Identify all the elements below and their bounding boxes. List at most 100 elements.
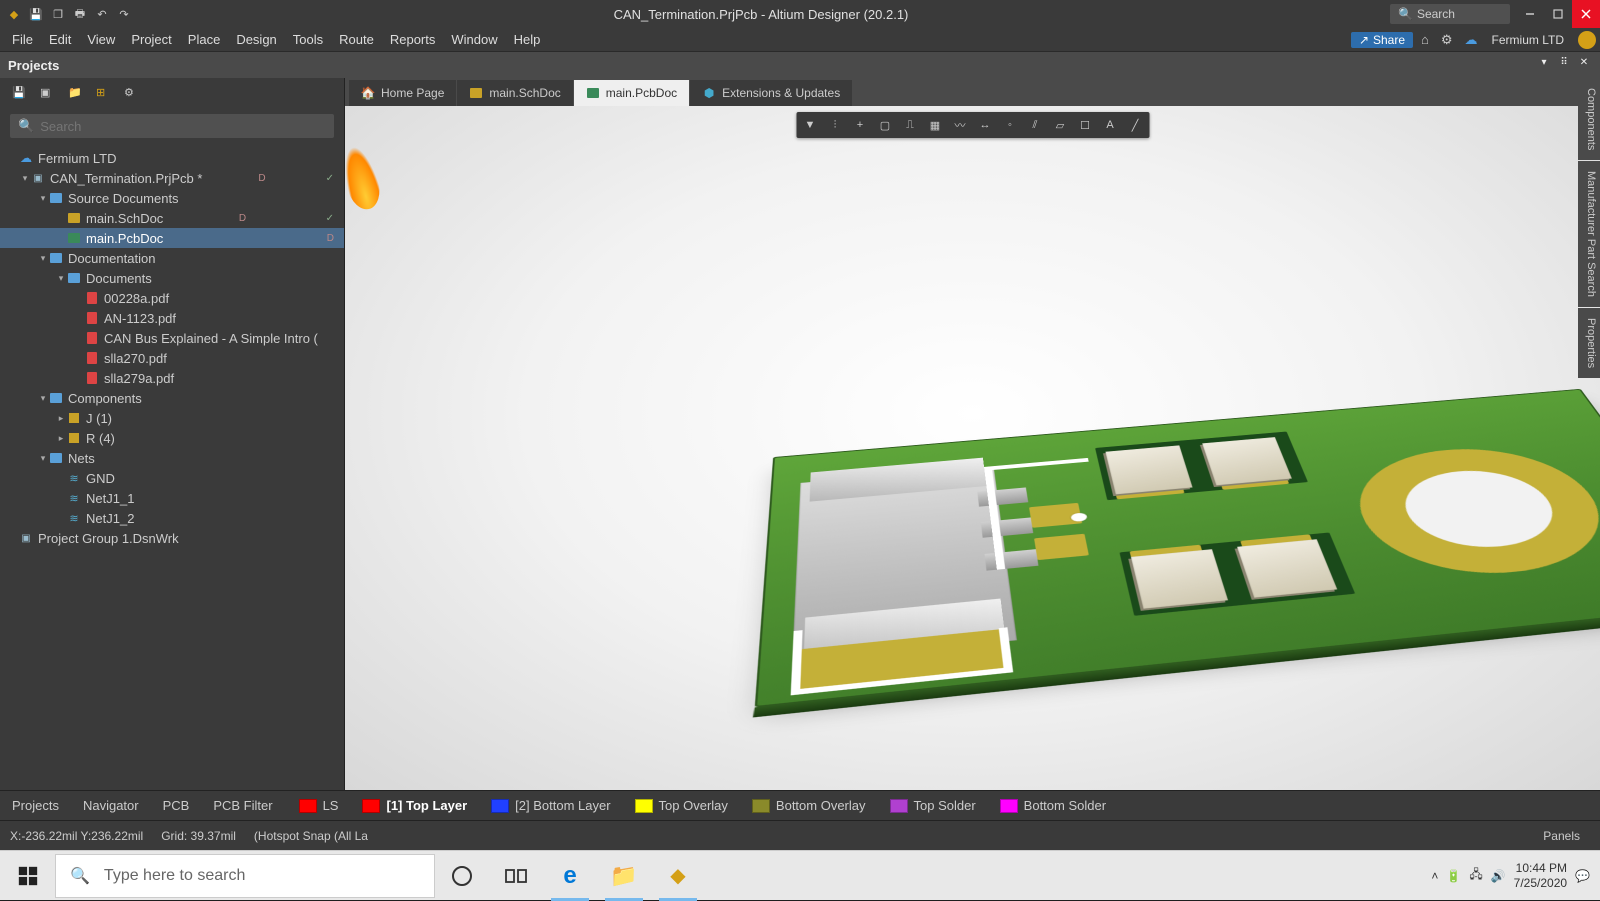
menu-tools[interactable]: Tools xyxy=(285,30,331,49)
tree-item[interactable]: ▾▣CAN_Termination.PrjPcb *D✓ xyxy=(0,168,344,188)
start-button[interactable] xyxy=(0,851,55,901)
compile-icon[interactable]: ▣ xyxy=(40,86,56,102)
save-project-icon[interactable]: 💾 xyxy=(12,86,28,102)
bottom-tab-pcb[interactable]: PCB xyxy=(151,794,202,817)
cortana-icon[interactable] xyxy=(435,851,489,901)
layer-tab[interactable]: [1] Top Layer xyxy=(352,791,477,821)
doc-tab[interactable]: 🏠Home Page xyxy=(349,80,456,106)
tree-item[interactable]: main.PcbDocD xyxy=(0,228,344,248)
panels-button[interactable]: Panels xyxy=(1533,827,1590,845)
doc-tab[interactable]: main.SchDoc xyxy=(457,80,572,106)
projects-search[interactable]: 🔍 xyxy=(10,114,334,138)
tree-item[interactable]: AN-1123.pdf xyxy=(0,308,344,328)
tree-item[interactable]: 00228a.pdf xyxy=(0,288,344,308)
tree-item[interactable]: ▾Components xyxy=(0,388,344,408)
doc-tab[interactable]: main.PcbDoc xyxy=(574,80,689,106)
tree-item[interactable]: ≋NetJ1_1 xyxy=(0,488,344,508)
maximize-button[interactable] xyxy=(1544,0,1572,28)
minimize-button[interactable] xyxy=(1516,0,1544,28)
user-avatar-icon[interactable] xyxy=(1578,31,1596,49)
tray-chevron-icon[interactable]: ˄ xyxy=(1431,869,1438,883)
tree-item[interactable]: ≋NetJ1_2 xyxy=(0,508,344,528)
menu-reports[interactable]: Reports xyxy=(382,30,444,49)
menu-design[interactable]: Design xyxy=(228,30,284,49)
tree-item[interactable]: ▸J (1) xyxy=(0,408,344,428)
tree-item[interactable]: ≋GND xyxy=(0,468,344,488)
panel-rail-components[interactable]: Components xyxy=(1578,78,1600,160)
menu-route[interactable]: Route xyxy=(331,30,382,49)
text-icon[interactable]: A xyxy=(1098,114,1122,136)
print-icon[interactable]: 🖶 xyxy=(72,6,88,22)
tray-clock[interactable]: 10:44 PM 7/25/2020 xyxy=(1514,861,1567,890)
user-label[interactable]: Fermium LTD xyxy=(1486,33,1570,47)
bottom-tab-projects[interactable]: Projects xyxy=(0,794,71,817)
panel-rail-manufacturer-part-search[interactable]: Manufacturer Part Search xyxy=(1578,161,1600,307)
notifications-icon[interactable]: 💬 xyxy=(1575,869,1590,883)
panel-pin-icon[interactable]: ⠿ xyxy=(1556,57,1572,73)
rect-icon[interactable]: ▢ xyxy=(873,114,897,136)
tree-item[interactable]: ▣Project Group 1.DsnWrk xyxy=(0,528,344,548)
add-icon[interactable]: ⊞ xyxy=(96,86,112,102)
tree-item[interactable]: ▾Documentation xyxy=(0,248,344,268)
open-folder-icon[interactable]: 📁 xyxy=(68,86,84,102)
tray-battery-icon[interactable]: 🔋 xyxy=(1446,869,1461,883)
doc-tab[interactable]: ⬢Extensions & Updates xyxy=(690,80,852,106)
designator-icon[interactable]: ⫶ xyxy=(823,114,847,136)
line-icon[interactable]: ╱ xyxy=(1123,114,1147,136)
undo-icon[interactable]: ↶ xyxy=(94,6,110,22)
menu-help[interactable]: Help xyxy=(506,30,549,49)
menu-project[interactable]: Project xyxy=(123,30,179,49)
altium-taskbar-icon[interactable]: ◆ xyxy=(651,851,705,901)
projects-search-input[interactable] xyxy=(40,119,326,134)
menu-file[interactable]: File xyxy=(4,30,41,49)
tree-item[interactable]: ☁Fermium LTD xyxy=(0,148,344,168)
dimension-icon[interactable]: ⫽ xyxy=(1023,114,1047,136)
panel-menu-icon[interactable]: ▾ xyxy=(1536,57,1552,73)
layer-tab[interactable]: Bottom Overlay xyxy=(742,791,876,821)
task-view-icon[interactable] xyxy=(489,851,543,901)
close-button[interactable] xyxy=(1572,0,1600,28)
menu-place[interactable]: Place xyxy=(180,30,229,49)
measure-icon[interactable]: ↔ xyxy=(973,114,997,136)
layer-tab[interactable]: Top Overlay xyxy=(625,791,738,821)
layer-tab[interactable]: Top Solder xyxy=(880,791,986,821)
gear-icon[interactable]: ⚙ xyxy=(124,86,140,102)
tray-volume-icon[interactable]: 🔊 xyxy=(1491,869,1506,883)
tree-item[interactable]: slla270.pdf xyxy=(0,348,344,368)
save-all-icon[interactable]: ❐ xyxy=(50,6,66,22)
cloud-icon[interactable]: ☁ xyxy=(1461,32,1482,48)
tree-item[interactable]: ▾Nets xyxy=(0,448,344,468)
via-icon[interactable]: ◦ xyxy=(998,114,1022,136)
redo-icon[interactable]: ↷ xyxy=(116,6,132,22)
polygon-icon[interactable]: ▱ xyxy=(1048,114,1072,136)
tree-item[interactable]: ▾Source Documents xyxy=(0,188,344,208)
tray-network-icon[interactable]: 🖧 xyxy=(1469,865,1482,886)
home-icon[interactable]: ⌂ xyxy=(1417,32,1433,47)
bottom-tab-navigator[interactable]: Navigator xyxy=(71,794,151,817)
menu-window[interactable]: Window xyxy=(443,30,505,49)
save-icon[interactable]: 💾 xyxy=(28,6,44,22)
panel-rail-properties[interactable]: Properties xyxy=(1578,308,1600,378)
menu-edit[interactable]: Edit xyxy=(41,30,79,49)
bottom-tab-pcb-filter[interactable]: PCB Filter xyxy=(201,794,284,817)
tree-item[interactable]: ▾Documents xyxy=(0,268,344,288)
global-search[interactable]: 🔍 Search xyxy=(1390,4,1510,24)
layer-tab[interactable]: [2] Bottom Layer xyxy=(481,791,620,821)
tree-item[interactable]: ▸R (4) xyxy=(0,428,344,448)
align-icon[interactable]: ⎍ xyxy=(898,114,922,136)
component-icon[interactable]: ▦ xyxy=(923,114,947,136)
tree-item[interactable]: CAN Bus Explained - A Simple Intro ( xyxy=(0,328,344,348)
filter-icon[interactable]: ▼ xyxy=(798,114,822,136)
share-button[interactable]: ↗Share xyxy=(1351,32,1413,48)
explorer-icon[interactable]: 📁 xyxy=(597,851,651,901)
windows-search[interactable]: 🔍 Type here to search xyxy=(55,854,435,898)
layer-icon[interactable]: ☐ xyxy=(1073,114,1097,136)
layer-tab[interactable]: Bottom Solder xyxy=(990,791,1116,821)
menu-view[interactable]: View xyxy=(79,30,123,49)
tree-item[interactable]: slla279a.pdf xyxy=(0,368,344,388)
gear-icon[interactable]: ⚙ xyxy=(1437,32,1457,48)
layer-tab[interactable]: LS xyxy=(289,791,349,821)
tree-item[interactable]: main.SchDocD✓ xyxy=(0,208,344,228)
route-icon[interactable]: 〰 xyxy=(948,114,972,136)
place-icon[interactable]: + xyxy=(848,114,872,136)
